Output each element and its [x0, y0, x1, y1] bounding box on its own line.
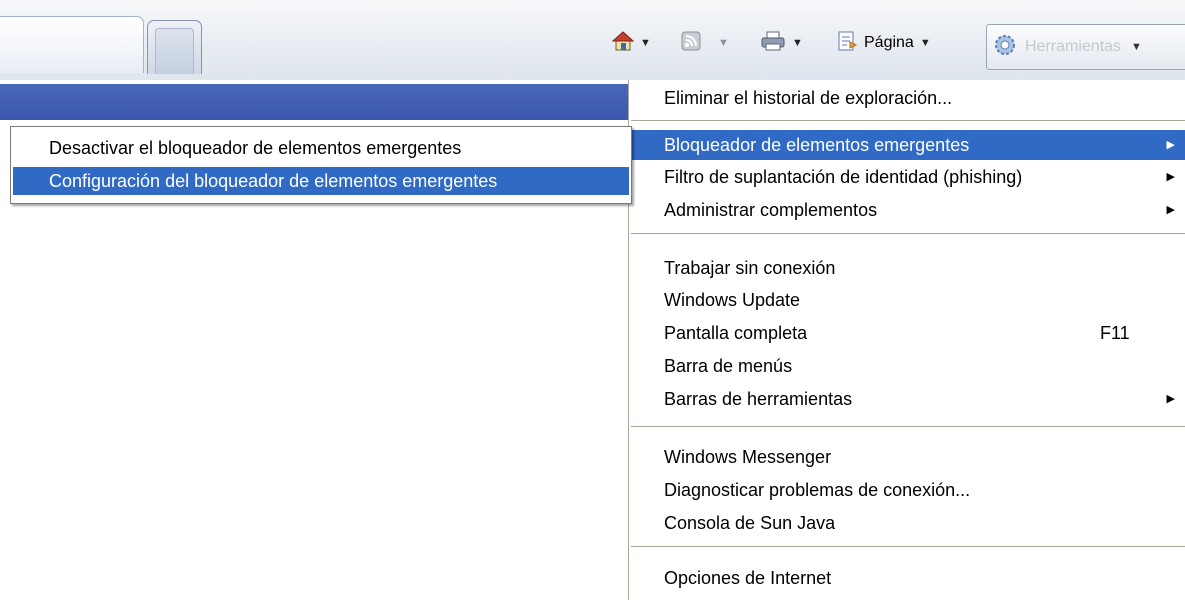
menu-separator: [631, 120, 1185, 121]
menu-item-label: Pantalla completa: [664, 323, 808, 343]
browser-tab-active[interactable]: [0, 16, 144, 73]
menu-item-delete-history[interactable]: Eliminar el historial de exploración...: [630, 83, 1185, 113]
menu-item-label: Bloqueador de elementos emergentes: [664, 135, 970, 155]
submenu-item-label: Desactivar el bloqueador de elementos em…: [49, 138, 462, 158]
print-button[interactable]: ▼: [760, 30, 803, 57]
menu-item-label: Administrar complementos: [664, 200, 878, 220]
menu-item-label: Diagnosticar problemas de conexión...: [664, 480, 971, 500]
menu-item-label: Filtro de suplantación de identidad (phi…: [664, 167, 1023, 187]
home-icon: [611, 30, 635, 57]
page-menu-button[interactable]: Página ▼: [836, 30, 931, 57]
menu-item-sun-java-console[interactable]: Consola de Sun Java: [630, 508, 1185, 538]
submenu-arrow-icon: ▶: [1166, 204, 1175, 216]
submenu-item-label: Configuración del bloqueador de elemento…: [49, 171, 498, 191]
menu-item-menu-bar[interactable]: Barra de menús: [630, 351, 1185, 381]
submenu-arrow-icon: ▶: [1166, 139, 1175, 151]
menu-item-manage-addons[interactable]: Administrar complementos ▶: [630, 195, 1185, 225]
tools-menu-label: Herramientas: [1025, 38, 1122, 55]
menu-item-label: Windows Update: [664, 290, 801, 310]
print-dropdown-caret[interactable]: ▼: [792, 37, 803, 49]
menu-item-full-screen[interactable]: Pantalla completa F11: [630, 318, 1185, 348]
tools-dropdown-menu: Eliminar el historial de exploración... …: [628, 80, 1185, 600]
title-band: [0, 84, 632, 120]
menu-item-label: Opciones de Internet: [664, 568, 832, 588]
menu-item-label: Windows Messenger: [664, 447, 832, 467]
shortcut-label: F11: [1100, 323, 1130, 343]
submenu-item-disable-popup-blocker[interactable]: Desactivar el bloqueador de elementos em…: [13, 134, 629, 162]
menu-item-toolbars[interactable]: Barras de herramientas ▶: [630, 384, 1185, 414]
menu-item-label: Barras de herramientas: [664, 389, 853, 409]
new-tab-button[interactable]: [147, 20, 202, 74]
print-icon: [760, 30, 786, 57]
menu-item-label: Trabajar sin conexión: [664, 258, 836, 278]
tools-dropdown-caret: ▼: [1131, 41, 1142, 53]
menu-item-windows-messenger[interactable]: Windows Messenger: [630, 442, 1185, 472]
page-icon: [836, 30, 858, 57]
command-bar: ▼ ▼ ▼ Página ▼ Herramientas ▼: [0, 0, 1185, 80]
home-dropdown-caret[interactable]: ▼: [640, 37, 651, 49]
submenu-item-popup-blocker-settings[interactable]: Configuración del bloqueador de elemento…: [13, 167, 629, 195]
menu-item-work-offline[interactable]: Trabajar sin conexión: [630, 253, 1185, 283]
menu-item-diagnose-connection[interactable]: Diagnosticar problemas de conexión...: [630, 475, 1185, 505]
menu-item-windows-update[interactable]: Windows Update: [630, 285, 1185, 315]
gear-icon: [993, 33, 1017, 62]
feeds-dropdown-caret[interactable]: ▼: [718, 37, 729, 49]
menu-item-label: Consola de Sun Java: [664, 513, 836, 533]
menu-separator: [631, 233, 1185, 234]
new-tab-inner: [155, 28, 194, 74]
menu-separator: [631, 546, 1185, 547]
submenu-arrow-icon: ▶: [1166, 393, 1175, 405]
menu-item-phishing-filter[interactable]: Filtro de suplantación de identidad (phi…: [630, 162, 1185, 192]
menu-item-popup-blocker[interactable]: Bloqueador de elementos emergentes ▶: [630, 130, 1185, 160]
tools-menu-button[interactable]: Herramientas ▼: [986, 24, 1185, 70]
submenu-arrow-icon: ▶: [1166, 171, 1175, 183]
menu-item-label: Barra de menús: [664, 356, 793, 376]
feeds-button[interactable]: ▼: [680, 30, 729, 57]
page-dropdown-caret: ▼: [919, 37, 931, 49]
menu-separator: [631, 426, 1185, 427]
home-button[interactable]: ▼: [611, 30, 651, 57]
page-menu-label: Página: [864, 34, 914, 51]
feeds-icon: [680, 30, 702, 57]
menu-item-label: Eliminar el historial de exploración...: [664, 88, 953, 108]
menu-item-internet-options[interactable]: Opciones de Internet: [630, 563, 1185, 593]
popup-blocker-submenu: Desactivar el bloqueador de elementos em…: [10, 126, 632, 204]
